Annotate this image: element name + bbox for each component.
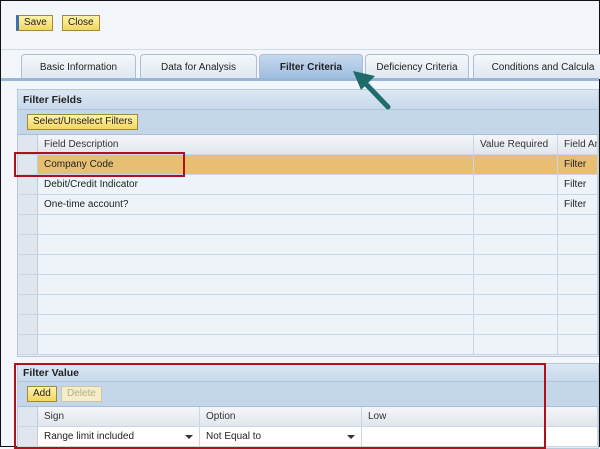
field-an-cell: Filter	[558, 155, 598, 174]
column-field-an: Field An	[558, 135, 598, 154]
value-required-cell	[474, 235, 558, 254]
field-an-cell	[558, 275, 598, 294]
value-required-cell	[474, 175, 558, 194]
field-description-cell	[38, 295, 474, 314]
table-row[interactable]	[18, 335, 598, 355]
annotation-box-filter-value	[14, 363, 546, 449]
row-selector[interactable]	[18, 335, 38, 354]
filter-fields-title: Filter Fields	[18, 90, 598, 110]
row-selector[interactable]	[18, 295, 38, 314]
row-selector[interactable]	[18, 235, 38, 254]
field-an-cell: Filter	[558, 175, 598, 194]
value-required-cell	[474, 315, 558, 334]
table-row[interactable]	[18, 255, 598, 275]
table-row[interactable]	[18, 295, 598, 315]
select-unselect-filters-button[interactable]: Select/Unselect Filters	[27, 114, 139, 130]
field-an-cell	[558, 295, 598, 314]
row-selector[interactable]	[18, 175, 38, 194]
value-required-cell	[474, 255, 558, 274]
row-selector[interactable]	[18, 275, 38, 294]
arrow-pointer-icon	[353, 71, 391, 110]
table-row[interactable]: One-time account? Filter	[18, 195, 598, 215]
table-row[interactable]	[18, 275, 598, 295]
tab-basic-information[interactable]: Basic Information	[21, 54, 136, 79]
column-value-required: Value Required	[474, 135, 558, 154]
tab-strip-line	[1, 78, 599, 81]
field-an-cell	[558, 215, 598, 234]
field-description-cell	[38, 335, 474, 354]
field-an-cell	[558, 255, 598, 274]
save-button[interactable]: Save	[16, 15, 53, 31]
field-description-cell	[38, 235, 474, 254]
row-selector[interactable]	[18, 195, 38, 214]
field-description-cell	[38, 315, 474, 334]
table-row[interactable]	[18, 215, 598, 235]
annotation-box-company-code	[14, 152, 185, 177]
row-selector[interactable]	[18, 215, 38, 234]
field-description-cell	[38, 275, 474, 294]
field-an-cell	[558, 335, 598, 354]
value-required-cell	[474, 295, 558, 314]
value-required-cell	[474, 195, 558, 214]
filter-fields-panel: Filter Fields Select/Unselect Filters Fi…	[17, 89, 599, 357]
field-an-cell	[558, 235, 598, 254]
field-description-cell	[38, 215, 474, 234]
field-an-cell: Filter	[558, 195, 598, 214]
divider	[1, 49, 599, 50]
value-required-cell	[474, 215, 558, 234]
value-required-cell	[474, 155, 558, 174]
table-row[interactable]	[18, 235, 598, 255]
table-row[interactable]: Debit/Credit Indicator Filter	[18, 175, 598, 195]
tab-data-for-analysis[interactable]: Data for Analysis	[140, 54, 257, 79]
field-description-cell	[38, 255, 474, 274]
row-selector[interactable]	[18, 315, 38, 334]
field-an-cell	[558, 315, 598, 334]
tab-conditions-and-calculations[interactable]: Conditions and Calcula	[473, 54, 600, 79]
value-required-cell	[474, 275, 558, 294]
field-description-cell: One-time account?	[38, 195, 474, 214]
close-button[interactable]: Close	[62, 15, 100, 31]
field-description-cell: Debit/Credit Indicator	[38, 175, 474, 194]
table-row[interactable]	[18, 315, 598, 335]
row-selector[interactable]	[18, 255, 38, 274]
value-required-cell	[474, 335, 558, 354]
